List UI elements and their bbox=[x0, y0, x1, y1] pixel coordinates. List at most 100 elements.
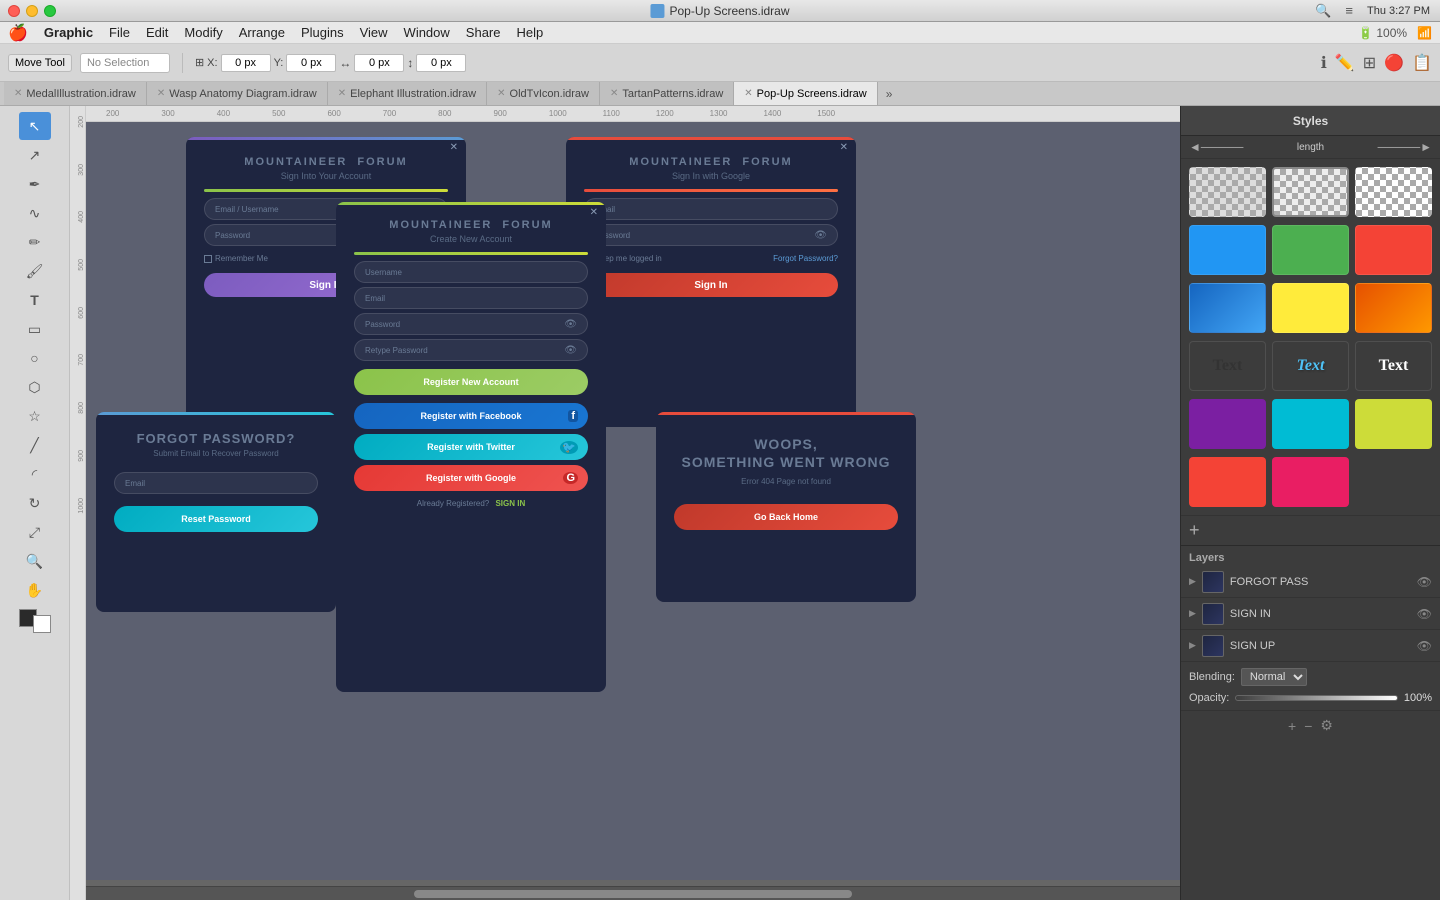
maximize-button[interactable] bbox=[44, 5, 56, 17]
tab-popup[interactable]: ✕ Pop-Up Screens.idraw bbox=[734, 82, 877, 105]
add-layer-button[interactable]: + bbox=[1288, 718, 1296, 734]
menu-view[interactable]: View bbox=[360, 25, 388, 40]
menu-edit[interactable]: Edit bbox=[146, 25, 168, 40]
move-tool-btn[interactable]: Move Tool bbox=[8, 54, 72, 72]
layer-sign-in[interactable]: ▶ SIGN IN 👁 bbox=[1181, 598, 1440, 630]
bezier-tool[interactable]: ∿ bbox=[19, 199, 51, 227]
tab-close-oldtv[interactable]: ✕ bbox=[497, 88, 505, 99]
layer-visibility-3[interactable]: 👁 bbox=[1417, 639, 1432, 653]
tab-oldtv[interactable]: ✕ OldTvIcon.idraw bbox=[487, 82, 600, 105]
grid-layout-icon[interactable]: ⊞ bbox=[1363, 53, 1376, 73]
menu-file[interactable]: File bbox=[109, 25, 130, 40]
tab-wasp[interactable]: ✕ Wasp Anatomy Diagram.idraw bbox=[147, 82, 328, 105]
swatch-cyan[interactable] bbox=[1272, 399, 1349, 449]
horizontal-scrollbar[interactable] bbox=[86, 886, 1180, 900]
rect-tool[interactable]: ▭ bbox=[19, 315, 51, 343]
create-email-input[interactable]: Email bbox=[354, 287, 588, 309]
tab-close-elephant[interactable]: ✕ bbox=[338, 88, 346, 99]
swatch-lime[interactable] bbox=[1355, 399, 1432, 449]
layer-forgot-pass[interactable]: ▶ FORGOT PASS 👁 bbox=[1181, 566, 1440, 598]
layer-expand-arrow-3[interactable]: ▶ bbox=[1189, 640, 1196, 651]
swatch-pink[interactable] bbox=[1272, 457, 1349, 507]
swatch-red[interactable] bbox=[1189, 457, 1266, 507]
polygon-tool[interactable]: ⬡ bbox=[19, 373, 51, 401]
menu-plugins[interactable]: Plugins bbox=[301, 25, 344, 40]
length-left-arrow[interactable]: ◄───── bbox=[1189, 140, 1243, 154]
pen-icon[interactable]: ✏️ bbox=[1335, 53, 1355, 73]
menu-share[interactable]: Share bbox=[466, 25, 501, 40]
signin-close[interactable]: ✕ bbox=[450, 142, 458, 153]
pencil-tool[interactable]: ✏ bbox=[19, 228, 51, 256]
google-signin-close[interactable]: ✕ bbox=[840, 142, 848, 153]
register-twitter-button[interactable]: Register with Twitter 🐦 bbox=[354, 434, 588, 460]
delete-layer-button[interactable]: − bbox=[1304, 718, 1312, 734]
tab-close-medal[interactable]: ✕ bbox=[14, 88, 22, 99]
swatch-checker-1[interactable] bbox=[1189, 167, 1266, 217]
swatch-orange-red[interactable] bbox=[1355, 225, 1432, 275]
tab-overflow[interactable]: » bbox=[878, 82, 901, 105]
menu-window[interactable]: Window bbox=[404, 25, 450, 40]
create-retype-input[interactable]: Retype Password 👁 bbox=[354, 339, 588, 361]
direct-select-tool[interactable]: ↗ bbox=[19, 141, 51, 169]
scrollbar-thumb-h[interactable] bbox=[414, 890, 852, 898]
control-center-icon[interactable]: ≡ bbox=[1345, 3, 1353, 18]
rotate-tool[interactable]: ↻ bbox=[19, 489, 51, 517]
swatch-orange-grad[interactable] bbox=[1355, 283, 1432, 333]
google-password-eye[interactable]: 👁 bbox=[814, 230, 827, 241]
register-facebook-button[interactable]: Register with Facebook f bbox=[354, 403, 588, 429]
swatch-text-blue[interactable]: Text bbox=[1272, 341, 1349, 391]
reset-password-button[interactable]: Reset Password bbox=[114, 506, 318, 532]
menu-help[interactable]: Help bbox=[517, 25, 544, 40]
remember-me-checkbox[interactable]: Remember Me bbox=[204, 254, 268, 263]
swatch-green[interactable] bbox=[1272, 225, 1349, 275]
menu-arrange[interactable]: Arrange bbox=[239, 25, 285, 40]
y-input[interactable] bbox=[286, 54, 336, 72]
tab-tartan[interactable]: ✕ TartanPatterns.idraw bbox=[600, 82, 734, 105]
sign-in-link[interactable]: SIGN IN bbox=[495, 499, 525, 508]
tab-elephant[interactable]: ✕ Elephant Illustration.idraw bbox=[328, 82, 487, 105]
text-tool[interactable]: T bbox=[19, 286, 51, 314]
add-style-button[interactable]: + bbox=[1189, 520, 1200, 541]
swatch-blue[interactable] bbox=[1189, 225, 1266, 275]
pointer-tool[interactable]: ↖ bbox=[19, 112, 51, 140]
info-icon[interactable]: ℹ bbox=[1321, 53, 1327, 73]
layer-visibility-1[interactable]: 👁 bbox=[1417, 575, 1432, 589]
swatch-yellow[interactable] bbox=[1272, 283, 1349, 333]
h-input[interactable] bbox=[416, 54, 466, 72]
minimize-button[interactable] bbox=[26, 5, 38, 17]
google-forgot-link[interactable]: Forgot Password? bbox=[773, 254, 838, 263]
layer-visibility-2[interactable]: 👁 bbox=[1417, 607, 1432, 621]
x-input[interactable] bbox=[221, 54, 271, 72]
create-close[interactable]: ✕ bbox=[590, 207, 598, 218]
register-google-button[interactable]: Register with Google G bbox=[354, 465, 588, 491]
create-password-input[interactable]: Password 👁 bbox=[354, 313, 588, 335]
go-back-home-button[interactable]: Go Back Home bbox=[674, 504, 898, 530]
create-eye1[interactable]: 👁 bbox=[564, 319, 577, 330]
layer-expand-arrow-1[interactable]: ▶ bbox=[1189, 576, 1196, 587]
zoom-tool[interactable]: 🔍 bbox=[19, 547, 51, 575]
menu-graphic[interactable]: Graphic bbox=[44, 25, 93, 40]
tab-close-wasp[interactable]: ✕ bbox=[157, 88, 165, 99]
settings-layer-button[interactable]: ⚙ bbox=[1320, 717, 1333, 734]
swatch-text-white[interactable]: Text bbox=[1355, 341, 1432, 391]
opacity-slider[interactable] bbox=[1235, 695, 1398, 701]
tab-close-popup[interactable]: ✕ bbox=[744, 88, 752, 99]
w-input[interactable] bbox=[354, 54, 404, 72]
swatch-text-plain[interactable]: Text bbox=[1189, 341, 1266, 391]
share-icon[interactable]: 🔴 bbox=[1384, 53, 1404, 73]
hand-tool[interactable]: ✋ bbox=[19, 576, 51, 604]
swatch-purple[interactable] bbox=[1189, 399, 1266, 449]
length-right-arrow[interactable]: ─────► bbox=[1378, 140, 1432, 154]
swatch-blue-grad[interactable] bbox=[1189, 283, 1266, 333]
layers-icon[interactable]: 📋 bbox=[1412, 53, 1432, 73]
google-signin-button[interactable]: Sign In bbox=[584, 273, 838, 297]
line-tool[interactable]: ╱ bbox=[19, 431, 51, 459]
tab-medal[interactable]: ✕ MedalIllustration.idraw bbox=[4, 82, 147, 105]
menu-modify[interactable]: Modify bbox=[184, 25, 222, 40]
blending-select[interactable]: Normal bbox=[1241, 668, 1307, 686]
close-button[interactable] bbox=[8, 5, 20, 17]
register-new-button[interactable]: Register New Account bbox=[354, 369, 588, 395]
pen-tool[interactable]: ✒ bbox=[19, 170, 51, 198]
layer-expand-arrow-2[interactable]: ▶ bbox=[1189, 608, 1196, 619]
star-tool[interactable]: ☆ bbox=[19, 402, 51, 430]
